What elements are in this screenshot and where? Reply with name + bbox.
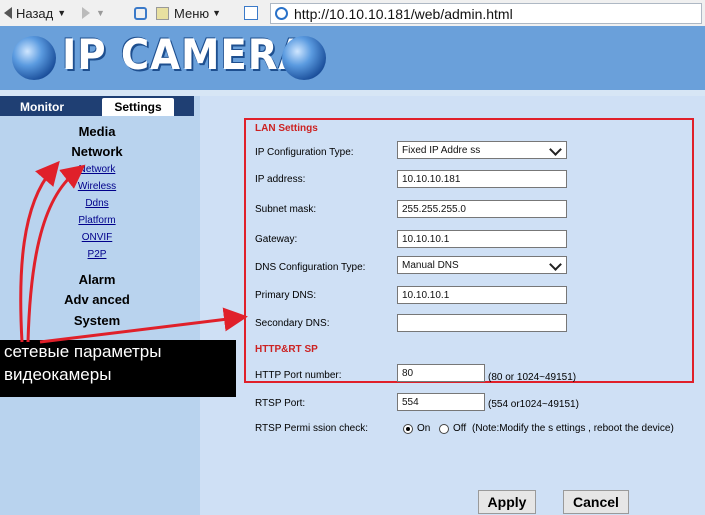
sidebar-subitem-wireless[interactable]: Wireless [0, 181, 194, 192]
sidebar-subitem-platform[interactable]: Platform [0, 215, 194, 226]
lan-settings-title: LAN Settings [255, 123, 318, 134]
tab-bar: Monitor Settings [0, 96, 194, 116]
http-port-label: HTTP Port number: [255, 370, 342, 381]
annotation-line-2: видеокамеры [4, 365, 112, 384]
tab-monitor[interactable]: Monitor [6, 98, 78, 116]
globe-logo-icon [12, 36, 56, 80]
rtsp-permission-on-radio[interactable] [403, 424, 413, 434]
rtsp-permission-note: (Note:Modify the s ettings , reboot the … [472, 423, 674, 434]
rtsp-permission-label: RTSP Permi ssion check: [255, 423, 369, 434]
primary-dns-input[interactable]: 10.10.10.1 [397, 286, 567, 304]
forward-button[interactable]: ▼ [82, 0, 105, 26]
cancel-button[interactable]: Cancel [563, 490, 629, 514]
menu-button[interactable]: Меню ▼ [174, 0, 221, 26]
menu-dropdown-icon: ▼ [212, 8, 222, 18]
url-text: http://10.10.10.181/web/admin.html [294, 5, 513, 22]
primary-dns-label: Primary DNS: [255, 290, 317, 301]
annotation-callout: сетевые параметры видеокамеры [0, 340, 236, 397]
chevron-down-icon [549, 143, 562, 156]
ip-address-label: IP address: [255, 174, 306, 185]
menu-label: Меню [174, 5, 210, 21]
sidebar-item-network[interactable]: Network [0, 144, 194, 159]
globe-icon [275, 7, 288, 20]
tools-icon[interactable] [156, 0, 169, 26]
site-header: IP CAMERA [0, 26, 705, 90]
sidebar-item-alarm[interactable]: Alarm [0, 272, 194, 287]
sidebar-subitem-ddns[interactable]: Ddns [0, 198, 194, 209]
tab-settings[interactable]: Settings [102, 98, 174, 116]
ip-type-label: IP Configuration Type: [255, 147, 354, 158]
sidebar-item-advanced[interactable]: Adv anced [0, 292, 194, 307]
rtsp-permission-on-label: On [417, 423, 431, 434]
back-dropdown-icon[interactable]: ▼ [57, 8, 66, 18]
forward-dropdown-icon[interactable]: ▼ [96, 8, 105, 18]
subnet-mask-input[interactable]: 255.255.255.0 [397, 200, 567, 218]
sidebar: Monitor Settings Media Network Network W… [0, 96, 194, 515]
sidebar-item-media[interactable]: Media [0, 124, 194, 139]
ip-type-select[interactable]: Fixed IP Addre ss [397, 141, 567, 159]
rtsp-port-label: RTSP Port: [255, 398, 306, 409]
chevron-down-icon [549, 258, 562, 271]
secondary-dns-label: Secondary DNS: [255, 318, 330, 329]
gateway-label: Gateway: [255, 234, 298, 245]
refresh-icon[interactable] [134, 0, 147, 26]
forward-arrow-icon [82, 7, 90, 19]
back-label: Назад [16, 5, 54, 21]
sidebar-subitem-network[interactable]: Network [0, 164, 194, 175]
http-port-hint: (80 or 1024~49151) [488, 372, 577, 383]
ip-type-value: Fixed IP Addre ss [402, 144, 481, 156]
page-icon[interactable] [244, 0, 258, 26]
http-port-input[interactable]: 80 [397, 364, 485, 382]
sidebar-subitem-p2p[interactable]: P2P [0, 249, 194, 260]
secondary-dns-input[interactable] [397, 314, 567, 332]
browser-toolbar: Назад ▼ ▼ Меню ▼ http://10.10.10.181/web… [0, 0, 705, 27]
rtsp-permission-off-label: Off [453, 423, 467, 434]
address-bar[interactable]: http://10.10.10.181/web/admin.html [270, 3, 702, 24]
annotation-line-1: сетевые параметры [4, 342, 162, 361]
subnet-mask-label: Subnet mask: [255, 204, 317, 215]
rtsp-permission-off-radio[interactable] [439, 424, 449, 434]
sidebar-subitem-onvif[interactable]: ONVIF [0, 232, 194, 243]
globe-logo-icon [282, 36, 326, 80]
logo-text: IP CAMERA [62, 30, 310, 79]
ip-address-input[interactable]: 10.10.10.181 [397, 170, 567, 188]
http-rtsp-title: HTTP&RT SP [255, 344, 318, 355]
dns-type-label: DNS Configuration Type: [255, 262, 366, 273]
apply-button[interactable]: Apply [478, 490, 536, 514]
back-arrow-icon [4, 7, 12, 19]
rtsp-port-input[interactable]: 554 [397, 393, 485, 411]
rtsp-port-hint: (554 or1024~49151) [488, 399, 579, 410]
sidebar-item-system[interactable]: System [0, 313, 194, 328]
back-button[interactable]: Назад ▼ [4, 0, 66, 26]
gateway-input[interactable]: 10.10.10.1 [397, 230, 567, 248]
dns-type-select[interactable]: Manual DNS [397, 256, 567, 274]
dns-type-value: Manual DNS [402, 259, 459, 271]
